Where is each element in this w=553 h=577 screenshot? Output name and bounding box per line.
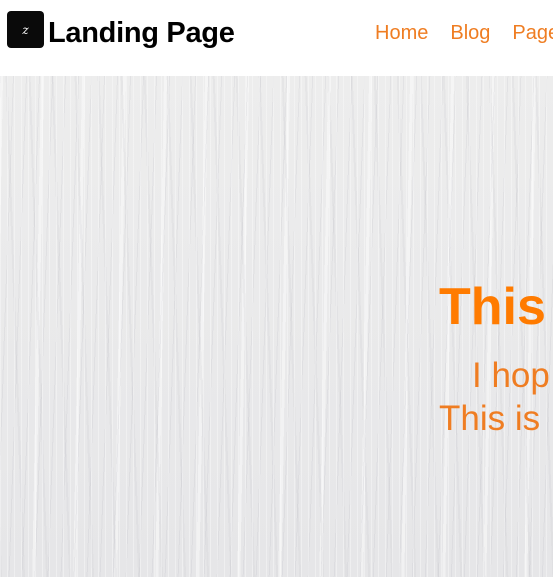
- hero-section: This I hop This is: [0, 76, 553, 577]
- site-header: z Landing Page Home Blog Page: [0, 0, 553, 76]
- hero-subtitle-line-1: I hop: [472, 356, 550, 395]
- brand-title[interactable]: Landing Page: [48, 14, 235, 52]
- hero-subtitle-line-2: This is: [439, 399, 541, 438]
- logo-icon[interactable]: z: [7, 11, 44, 48]
- nav-home-link[interactable]: Home: [375, 21, 428, 45]
- nav-page-link[interactable]: Page: [512, 21, 553, 45]
- main-nav: Home Blog Page: [375, 21, 553, 45]
- hero-title: This: [439, 278, 546, 336]
- nav-blog-link[interactable]: Blog: [450, 21, 490, 45]
